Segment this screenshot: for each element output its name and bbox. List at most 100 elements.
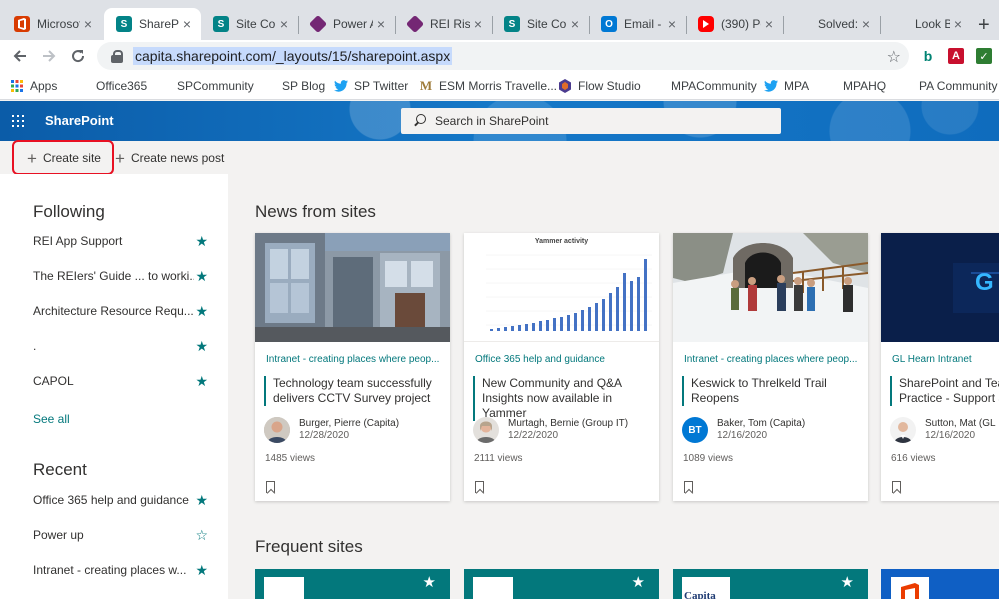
flow-studio-icon <box>558 79 572 93</box>
save-for-later-icon[interactable] <box>475 481 484 493</box>
close-icon[interactable]: × <box>950 16 966 32</box>
close-icon[interactable]: × <box>858 16 874 32</box>
close-icon[interactable]: × <box>80 16 96 32</box>
lock-icon[interactable] <box>111 50 123 63</box>
close-icon[interactable]: × <box>276 16 292 32</box>
close-icon[interactable]: × <box>761 16 777 32</box>
followed-star-icon[interactable]: ★ <box>841 573 854 591</box>
browser-tab[interactable]: Microsoft × <box>2 8 102 40</box>
browser-tab-active[interactable]: S SharePoint × <box>104 8 201 40</box>
capita-logo-text: Capita <box>684 590 716 599</box>
bookmark-spcommunity[interactable]: SPCommunity <box>157 77 254 95</box>
frequent-site-card[interactable]: ★ <box>464 569 659 599</box>
bookmark-pa-community[interactable]: PA Community <box>899 77 997 95</box>
bing-icon[interactable]: b <box>920 48 936 64</box>
news-card[interactable]: G GL Hearn Intranet SharePoint and Teams… <box>881 233 999 501</box>
search-box[interactable]: Search in SharePoint <box>401 108 781 134</box>
following-item-label: Architecture Resource Requ... <box>33 304 194 318</box>
thumbnail-chart-title: Yammer activity <box>534 238 589 245</box>
followed-star-icon[interactable]: ★ <box>194 303 208 320</box>
powerapps-icon <box>405 14 425 34</box>
save-for-later-icon[interactable] <box>266 481 275 493</box>
following-item[interactable]: REI App Support ★ <box>33 231 208 251</box>
bookmark-sp-twitter[interactable]: SP Twitter <box>334 77 408 95</box>
frequent-site-card[interactable]: ★ <box>255 569 450 599</box>
bookmark-mpacommunity[interactable]: MPACommunity <box>651 77 757 95</box>
news-card[interactable]: Intranet - creating places where peop...… <box>255 233 450 501</box>
browser-tab[interactable]: S Site Con × <box>492 8 589 40</box>
followed-star-icon[interactable]: ★ <box>194 233 208 250</box>
author-name: Baker, Tom (Capita) <box>717 418 806 429</box>
news-site-name[interactable]: GL Hearn Intranet <box>892 354 999 365</box>
news-site-name[interactable]: Intranet - creating places where peop... <box>684 354 860 365</box>
new-tab-icon[interactable]: + <box>978 14 990 37</box>
news-headline[interactable]: Keswick to Threlkeld Trail Reopens <box>682 376 862 406</box>
close-icon[interactable]: × <box>664 16 680 32</box>
followed-star-icon[interactable]: ★ <box>194 562 208 579</box>
unfollowed-star-icon[interactable]: ☆ <box>194 527 208 544</box>
browser-tab[interactable]: REI Risk × <box>395 8 492 40</box>
browser-tab[interactable]: O Email - I × <box>589 8 686 40</box>
recent-item[interactable]: Office 365 help and guidance ★ <box>33 490 208 510</box>
recent-item[interactable]: Intranet - creating places w... ★ <box>33 560 208 580</box>
reload-icon[interactable] <box>66 44 90 68</box>
bookmark-mpa[interactable]: MPA <box>764 77 809 95</box>
following-item[interactable]: The REIers' Guide ... to worki... ★ <box>33 266 208 286</box>
bookmark-mpahq[interactable]: MPAHQ <box>823 77 886 95</box>
microsoft-icon <box>651 79 665 93</box>
bookmark-esm-morris[interactable]: M ESM Morris Travelle... <box>419 77 557 95</box>
news-card[interactable]: Yammer activity Office 365 help and guid… <box>464 233 659 501</box>
app-title[interactable]: SharePoint <box>45 113 114 128</box>
save-for-later-icon[interactable] <box>684 481 693 493</box>
author-name: Murtagh, Bernie (Group IT) <box>508 418 629 429</box>
back-arrow-icon[interactable] <box>8 44 32 68</box>
news-headline[interactable]: Technology team successfully delivers CC… <box>264 376 444 406</box>
microsoft-icon <box>76 79 90 93</box>
news-site-name[interactable]: Intranet - creating places where peop... <box>266 354 442 365</box>
recent-item[interactable]: Power up ☆ <box>33 525 208 545</box>
save-for-later-icon[interactable] <box>892 481 901 493</box>
create-news-post-button[interactable]: + Create news post <box>115 148 224 168</box>
followed-star-icon[interactable]: ★ <box>632 573 645 591</box>
news-headline[interactable]: SharePoint and Teams Best Practice - Sup… <box>890 376 999 406</box>
bookmark-office365[interactable]: Office365 <box>76 77 147 95</box>
browser-tab[interactable]: Power A × <box>298 8 395 40</box>
bookmark-star-icon[interactable]: ☆ <box>887 47 901 67</box>
following-item[interactable]: . ★ <box>33 336 208 356</box>
followed-star-icon[interactable]: ★ <box>194 338 208 355</box>
news-card[interactable]: Intranet - creating places where peop...… <box>673 233 868 501</box>
close-icon[interactable]: × <box>470 16 486 32</box>
url-text[interactable]: capita.sharepoint.com/_layouts/15/sharep… <box>133 47 453 65</box>
followed-star-icon[interactable]: ★ <box>194 268 208 285</box>
close-icon[interactable]: × <box>373 16 389 32</box>
command-bar: + Create site + Create news post <box>0 141 999 174</box>
followed-star-icon[interactable]: ★ <box>423 573 436 591</box>
microsoft-icon <box>262 79 276 93</box>
frequent-site-card[interactable] <box>881 569 999 599</box>
bookmark-sp-blog[interactable]: SP Blog <box>262 77 325 95</box>
browser-tab[interactable]: (390) Po × <box>686 8 783 40</box>
extension-icon[interactable]: ✓ <box>976 48 992 64</box>
close-icon[interactable]: × <box>567 16 583 32</box>
pdf-icon[interactable]: A <box>948 48 964 64</box>
frequent-site-card[interactable]: Capita ★ <box>673 569 868 599</box>
browser-tab[interactable]: Solved: × <box>783 8 880 40</box>
news-headline[interactable]: New Community and Q&A Insights now avail… <box>473 376 653 421</box>
app-launcher-icon[interactable] <box>12 115 24 127</box>
following-item-label: REI App Support <box>33 234 123 248</box>
address-bar[interactable]: capita.sharepoint.com/_layouts/15/sharep… <box>97 42 909 70</box>
following-item[interactable]: Architecture Resource Requ... ★ <box>33 301 208 321</box>
browser-tab[interactable]: S Site Con × <box>201 8 298 40</box>
sharepoint-icon: S <box>116 16 132 32</box>
bookmark-flow-studio[interactable]: Flow Studio <box>558 77 641 95</box>
forward-arrow-icon[interactable] <box>37 44 61 68</box>
following-item[interactable]: CAPOL ★ <box>33 371 208 391</box>
followed-star-icon[interactable]: ★ <box>194 373 208 390</box>
news-site-name[interactable]: Office 365 help and guidance <box>475 354 651 365</box>
followed-star-icon[interactable]: ★ <box>194 492 208 509</box>
see-all-link[interactable]: See all <box>33 412 70 426</box>
news-author: Sutton, Mat (GL 12/16/2020 <box>890 416 996 444</box>
close-icon[interactable]: × <box>179 16 195 32</box>
browser-tab[interactable]: Look Bo × <box>880 8 972 40</box>
bookmark-apps[interactable]: Apps <box>10 77 57 95</box>
